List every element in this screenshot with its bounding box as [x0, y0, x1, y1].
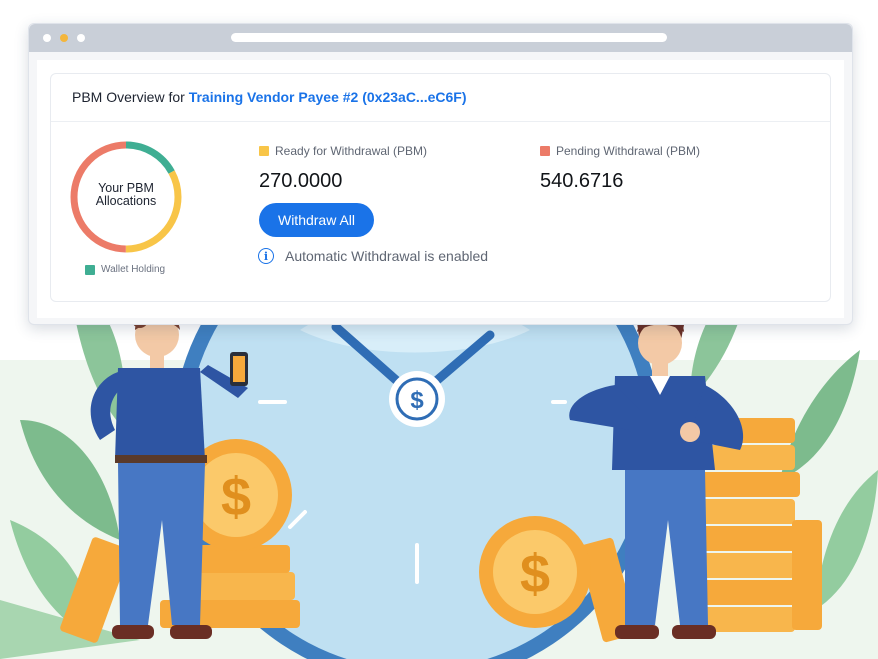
pending-label-text: Pending Withdrawal (PBM) [556, 144, 701, 158]
ready-value: 270.0000 [259, 170, 343, 192]
legend-wallet-holding: Wallet Holding [85, 264, 165, 275]
ready-swatch [259, 146, 269, 156]
info-icon: i [258, 248, 274, 264]
vendor-name-link[interactable]: Training Vendor Payee #2 (0x23aC...eC6F) [189, 89, 467, 105]
window-dot-2 [60, 34, 68, 42]
auto-withdrawal-notice: i Automatic Withdrawal is enabled [258, 248, 488, 264]
pending-value: 540.6716 [540, 170, 624, 192]
browser-window: PBM Overview for Training Vendor Payee #… [28, 23, 853, 325]
pending-label: Pending Withdrawal (PBM) [540, 144, 700, 158]
ready-label-text: Ready for Withdrawal (PBM) [275, 144, 428, 158]
card-title-prefix: PBM Overview for [72, 89, 185, 105]
card-header: PBM Overview for Training Vendor Payee #… [51, 74, 830, 122]
wallet-holding-swatch [85, 264, 95, 275]
wallet-holding-label: Wallet Holding [101, 264, 166, 275]
address-bar[interactable] [231, 33, 667, 42]
pending-swatch [540, 146, 550, 156]
card-title: PBM Overview for Training Vendor Payee #… [72, 89, 467, 105]
window-dot-1 [43, 34, 51, 42]
ready-label: Ready for Withdrawal (PBM) [259, 144, 427, 158]
svg-text:$: $ [221, 467, 251, 527]
window-content: PBM Overview for Training Vendor Payee #… [37, 60, 844, 318]
dollar-icon: $ [410, 387, 424, 414]
window-titlebar [29, 24, 852, 52]
donut-center-label: Your PBM Allocations [95, 181, 157, 208]
window-dot-3 [77, 34, 85, 42]
pbm-overview-card: PBM Overview for Training Vendor Payee #… [50, 73, 831, 302]
withdraw-all-button[interactable]: Withdraw All [259, 203, 374, 237]
svg-text:$: $ [520, 544, 550, 604]
auto-withdrawal-text: Automatic Withdrawal is enabled [285, 248, 489, 264]
